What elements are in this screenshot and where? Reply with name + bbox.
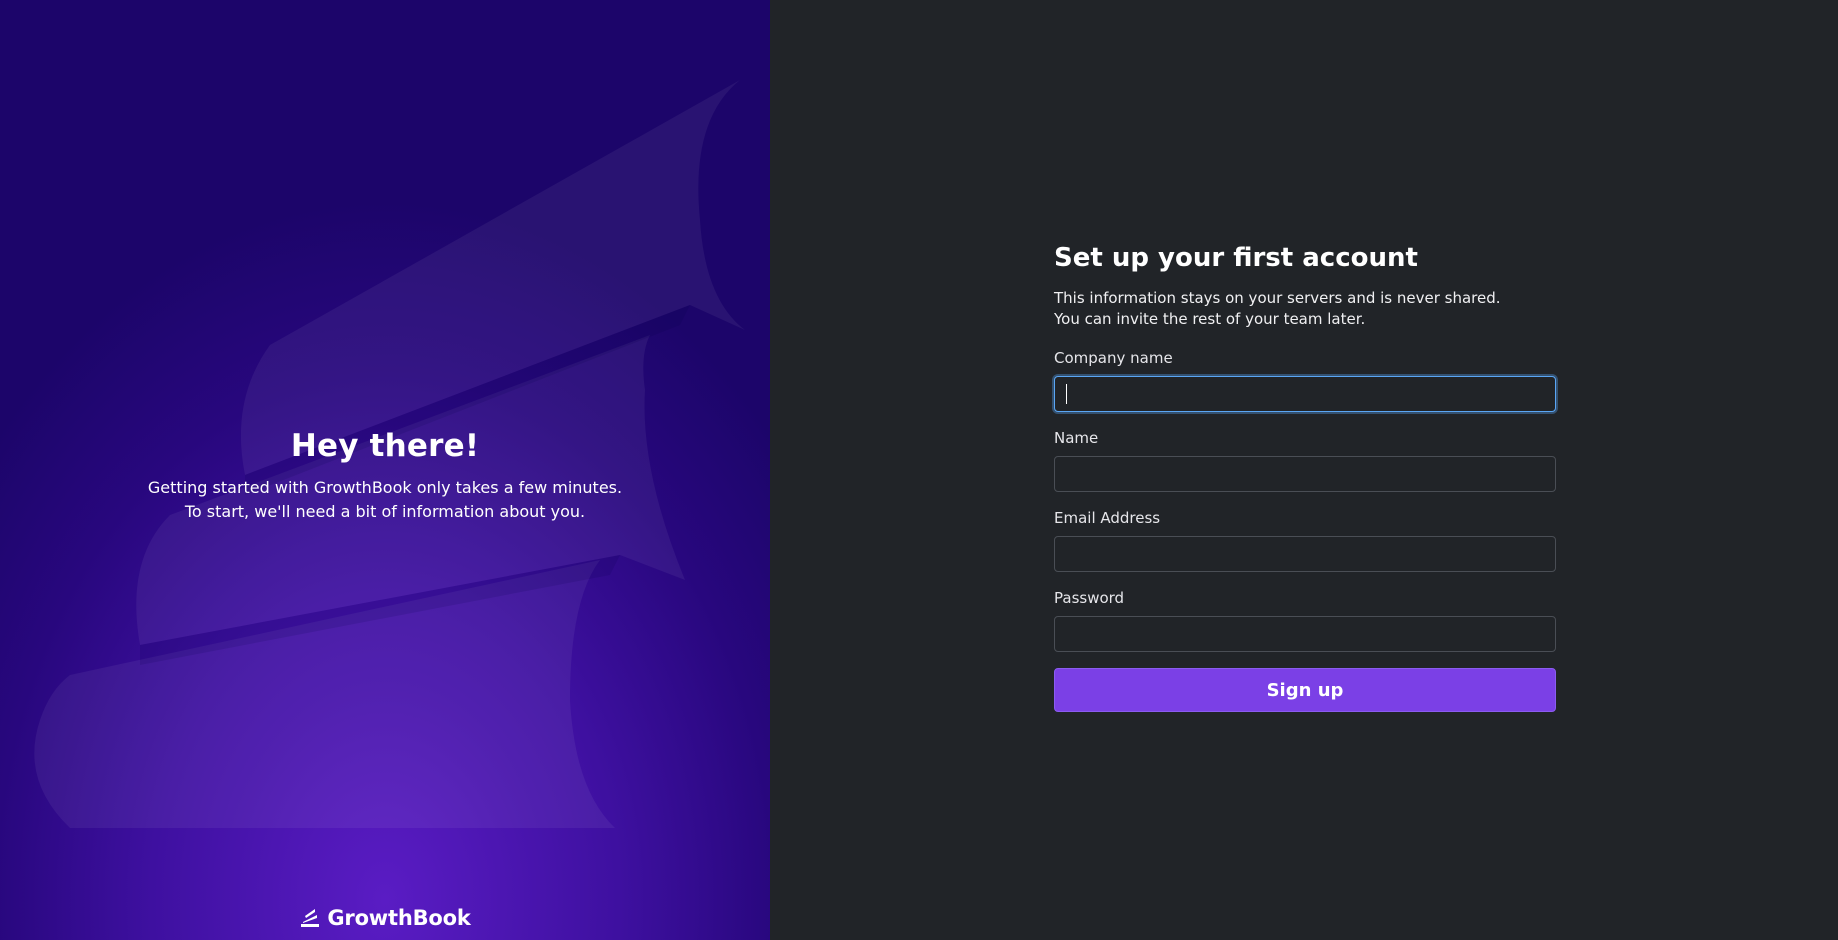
hero-subtitle-line1: Getting started with GrowthBook only tak… xyxy=(147,478,623,497)
email-input[interactable] xyxy=(1054,536,1556,572)
hero-content: Hey there! Getting started with GrowthBo… xyxy=(0,428,770,524)
company-name-input[interactable] xyxy=(1054,376,1556,412)
password-label: Password xyxy=(1054,589,1125,607)
email-field: Email Address xyxy=(1054,508,1556,572)
signup-page: Hey there! Getting started with GrowthBo… xyxy=(0,0,1838,940)
password-field: Password xyxy=(1054,588,1556,652)
form-title: Set up your first account xyxy=(1054,243,1418,273)
sign-up-button[interactable]: Sign up xyxy=(1054,668,1556,712)
email-label: Email Address xyxy=(1054,509,1161,527)
growthbook-logo-icon xyxy=(301,909,320,927)
text-caret xyxy=(1066,384,1067,404)
name-field: Name xyxy=(1054,428,1556,492)
growthbook-logo: GrowthBook xyxy=(0,906,770,930)
form-description-line2: You can invite the rest of your team lat… xyxy=(1054,310,1366,328)
logo-text: GrowthBook xyxy=(327,906,471,930)
password-input[interactable] xyxy=(1054,616,1556,652)
hero-title: Hey there! xyxy=(290,428,480,464)
form-description-line1: This information stays on your servers a… xyxy=(1054,289,1501,307)
hero-subtitle-line2: To start, we'll need a bit of informatio… xyxy=(184,502,586,521)
company-name-label: Company name xyxy=(1054,349,1173,367)
name-input[interactable] xyxy=(1054,456,1556,492)
company-name-field: Company name xyxy=(1054,348,1556,412)
signup-form: Set up your first account This informati… xyxy=(1054,238,1556,712)
hero-panel: Hey there! Getting started with GrowthBo… xyxy=(0,0,770,940)
name-label: Name xyxy=(1054,429,1099,447)
